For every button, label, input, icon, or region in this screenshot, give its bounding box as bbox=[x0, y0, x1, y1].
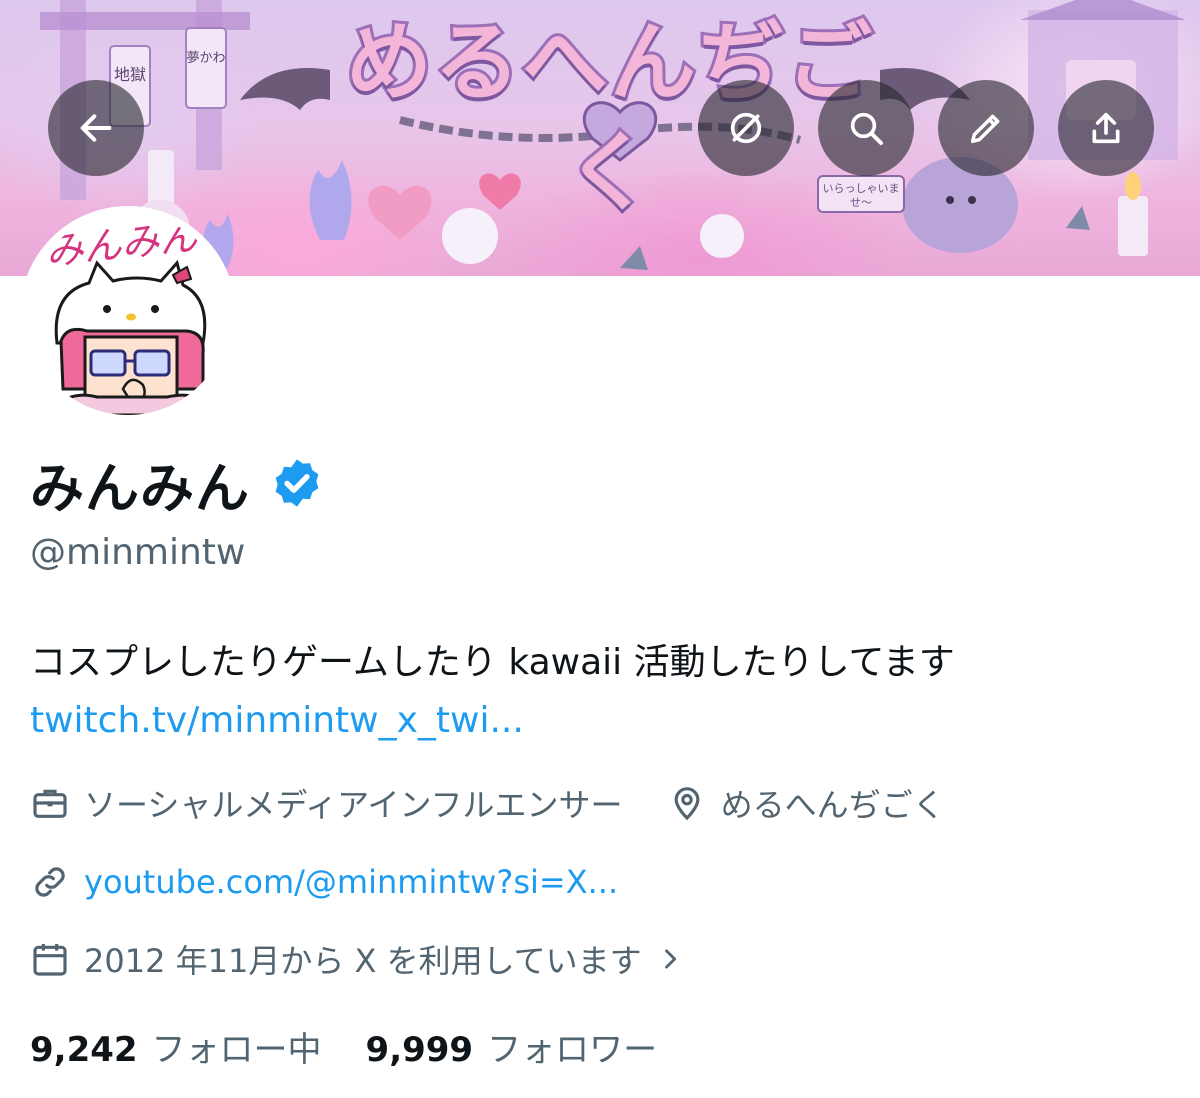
banner-sign-line1: いらっしゃいま bbox=[823, 182, 900, 195]
edit-button[interactable] bbox=[938, 80, 1034, 176]
followers-count: 9,999 bbox=[365, 1030, 474, 1070]
link-icon bbox=[35, 867, 65, 897]
follow-stats: 9,242 フォロー中 9,999 フォロワー bbox=[30, 1022, 657, 1071]
name-row: みんみん bbox=[30, 448, 324, 520]
following-stat[interactable]: 9,242 フォロー中 bbox=[30, 1022, 322, 1071]
chevron-right-icon bbox=[664, 949, 676, 969]
arrow-left-icon bbox=[80, 114, 112, 142]
bio-text: コスプレしたりゲームしたり kawaii 活動したりしてます bbox=[30, 642, 955, 683]
pencil-icon bbox=[970, 114, 1000, 144]
search-icon bbox=[850, 112, 883, 145]
calendar-icon bbox=[33, 944, 67, 976]
back-button[interactable] bbox=[48, 80, 144, 176]
search-button[interactable] bbox=[818, 80, 914, 176]
profile-category: ソーシャルメディアインフルエンサー bbox=[84, 786, 623, 824]
hide-button[interactable] bbox=[698, 80, 794, 176]
following-count: 9,242 bbox=[30, 1030, 138, 1070]
website-row: youtube.com/@minmintw?si=X... bbox=[30, 862, 618, 902]
avatar[interactable]: みんみん bbox=[20, 206, 236, 422]
followers-stat[interactable]: 9,999 フォロワー bbox=[366, 1022, 658, 1071]
share-icon bbox=[1092, 112, 1120, 144]
location-pin-icon bbox=[674, 787, 699, 821]
joined-row[interactable]: 2012 年11月から X を利用しています bbox=[30, 936, 684, 982]
banner-title: めるへんぢごく bbox=[343, 10, 875, 226]
avatar-illustration: みんみん bbox=[27, 213, 229, 415]
banner-plaque-right: 夢かわ bbox=[186, 51, 225, 66]
followers-label: フォロワー bbox=[487, 1030, 658, 1070]
eye-slash-circle-icon bbox=[730, 112, 762, 144]
banner-plaque-left: 地獄 bbox=[114, 65, 146, 84]
following-label: フォロー中 bbox=[151, 1030, 322, 1070]
share-button[interactable] bbox=[1058, 80, 1154, 176]
website-link[interactable]: youtube.com/@minmintw?si=X... bbox=[84, 863, 618, 901]
bio-link[interactable]: twitch.tv/minmintw_x_twi... bbox=[30, 700, 524, 741]
profile-meta-row: ソーシャルメディアインフルエンサー めるへんぢごく bbox=[30, 780, 945, 826]
profile-location: めるへんぢごく bbox=[720, 786, 945, 824]
user-handle: @minmintw bbox=[30, 532, 246, 573]
verified-badge-icon[interactable] bbox=[270, 456, 324, 510]
briefcase-icon bbox=[33, 789, 67, 818]
joined-date: 2012 年11月から X を利用しています bbox=[84, 942, 642, 980]
display-name: みんみん bbox=[30, 456, 250, 520]
banner-sign-line2: せ〜 bbox=[850, 196, 872, 209]
